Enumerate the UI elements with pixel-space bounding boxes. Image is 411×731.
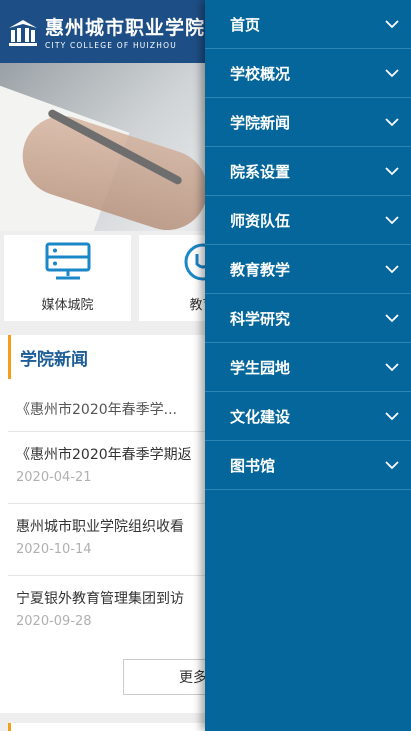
menu-item-home[interactable]: 首页 [205,0,411,49]
menu-item-library[interactable]: 图书馆 [205,441,411,490]
chevron-down-icon [385,117,399,126]
menu-item-label: 学校概况 [230,64,291,83]
chevron-down-icon [385,362,399,371]
college-name-en: CITY COLLEGE OF HUIZHOU [45,41,177,50]
menu-item-label: 科学研究 [230,309,291,328]
quick-link-media[interactable]: 媒体城院 [4,235,131,321]
college-logo-icon[interactable] [5,14,41,50]
chevron-down-icon [385,68,399,77]
chevron-down-icon [385,411,399,420]
college-name: 惠州城市职业学院 CITY COLLEGE OF HUIZHOU [45,13,205,50]
menu-item-label: 教育教学 [230,260,291,279]
menu-item-label: 学院新闻 [230,113,291,132]
menu-item-label: 学生园地 [230,358,291,377]
menu-item-label: 文化建设 [230,407,291,426]
menu-item-culture[interactable]: 文化建设 [205,392,411,441]
menu-item-faculty[interactable]: 师资队伍 [205,196,411,245]
menu-item-research[interactable]: 科学研究 [205,294,411,343]
menu-item-news[interactable]: 学院新闻 [205,98,411,147]
chevron-down-icon [385,19,399,28]
chevron-down-icon [385,460,399,469]
menu-item-label: 师资队伍 [230,211,291,230]
quick-link-label: 媒体城院 [41,298,94,313]
chevron-down-icon [385,264,399,273]
college-name-cn: 惠州城市职业学院 [45,17,206,39]
menu-item-departments[interactable]: 院系设置 [205,147,411,196]
chevron-down-icon [385,215,399,224]
news-section-title: 学院新闻 [20,349,88,370]
menu-item-label: 首页 [230,15,261,34]
menu-item-label: 图书馆 [230,456,276,475]
menu-item-teaching[interactable]: 教育教学 [205,245,411,294]
monitor-icon [44,242,92,286]
menu-item-students[interactable]: 学生园地 [205,343,411,392]
menu-item-label: 院系设置 [230,162,291,181]
menu-item-overview[interactable]: 学校概况 [205,49,411,98]
chevron-down-icon [385,166,399,175]
chevron-down-icon [385,313,399,322]
slide-out-menu: 首页 学校概况 学院新闻 院系设置 师资队伍 教育教学 科学研究 学生园地 文化… [205,0,411,731]
